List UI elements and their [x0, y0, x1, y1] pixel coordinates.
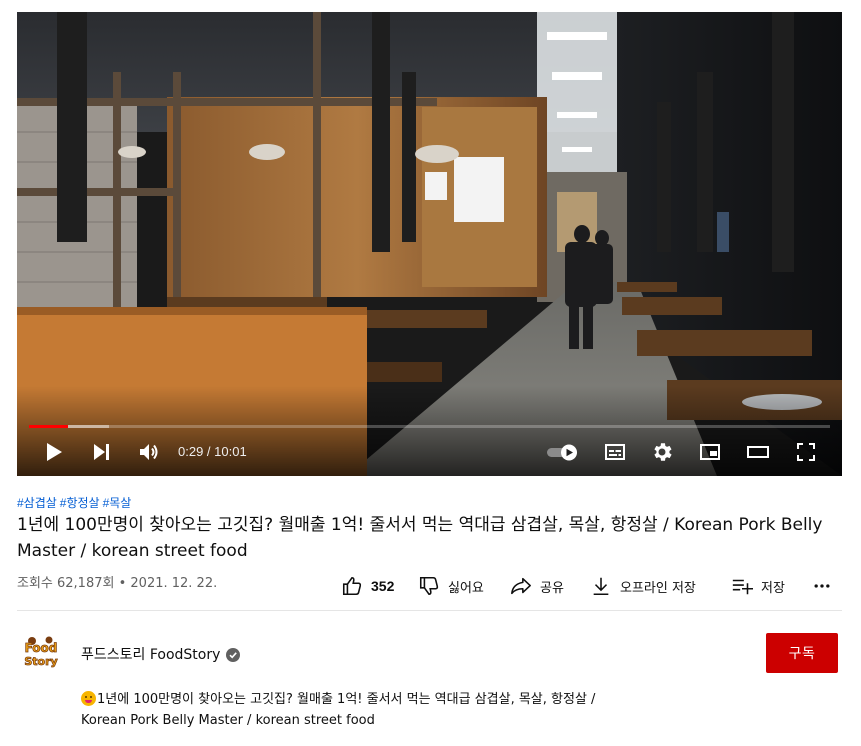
time-separator: /	[203, 444, 215, 459]
video-title: 1년에 100만명이 찾아오는 고깃집? 월매출 1억! 줄서서 먹는 역대급 …	[17, 515, 823, 561]
channel-name-link[interactable]: 푸드스토리 FoodStory	[81, 644, 241, 664]
save-button[interactable]: 저장	[731, 572, 785, 600]
more-actions-button[interactable]	[808, 574, 836, 598]
video-player[interactable]: 0:29 / 10:01	[17, 12, 842, 476]
yum-emoji-icon	[81, 691, 96, 706]
video-description[interactable]: 1년에 100만명이 찾아오는 고깃집? 월매출 1억! 줄서서 먹는 역대급 …	[81, 689, 595, 731]
hashtag-link[interactable]: #항정살	[60, 496, 100, 510]
description-line-1: 1년에 100만명이 찾아오는 고깃집? 월매출 1억! 줄서서 먹는 역대급 …	[97, 692, 596, 707]
offline-save-label: 오프라인 저장	[620, 580, 696, 596]
foodstory-logo: Food Story	[18, 630, 64, 676]
miniplayer-icon	[700, 444, 720, 460]
play-button[interactable]	[33, 432, 73, 472]
time-current: 0:29	[178, 444, 204, 459]
subtitles-button[interactable]	[595, 432, 635, 472]
autoplay-toggle[interactable]	[545, 432, 581, 472]
channel-avatar[interactable]: Food Story	[18, 630, 64, 676]
fullscreen-icon	[797, 443, 815, 461]
share-icon	[511, 577, 531, 595]
channel-name: 푸드스토리 FoodStory	[81, 647, 221, 663]
description-line-2: Korean Pork Belly Master / korean street…	[81, 713, 375, 728]
offline-save-button[interactable]: 오프라인 저장	[590, 572, 696, 600]
view-count: 조회수 62,187회	[17, 576, 115, 591]
playlist-add-icon	[732, 579, 753, 595]
description-line: 1년에 100만명이 찾아오는 고깃집? 월매출 1억! 줄서서 먹는 역대급 …	[81, 689, 595, 710]
hashtag-link[interactable]: #삼겹살	[17, 496, 57, 510]
like-count: 352	[371, 578, 395, 594]
video-meta: 조회수 62,187회 • 2021. 12. 22.	[17, 572, 217, 591]
upload-date: 2021. 12. 22.	[130, 576, 218, 591]
dislike-button[interactable]: 싫어요	[418, 572, 484, 600]
volume-button[interactable]	[129, 432, 169, 472]
thumbs-down-icon	[419, 576, 439, 596]
time-display: 0:29 / 10:01	[178, 432, 247, 472]
save-label: 저장	[761, 580, 785, 596]
theater-mode-icon	[747, 446, 769, 458]
avatar-text-food: Food	[25, 641, 58, 655]
time-total: 10:01	[214, 444, 247, 459]
subscribe-button[interactable]: 구독	[766, 633, 838, 673]
progress-played	[29, 425, 68, 428]
fullscreen-button[interactable]	[786, 432, 826, 472]
hashtag-link[interactable]: #목살	[103, 496, 132, 510]
verified-badge-icon	[226, 648, 241, 662]
player-controls: 0:29 / 10:01	[17, 432, 842, 472]
dislike-label: 싫어요	[448, 580, 484, 596]
gear-icon	[654, 443, 672, 461]
autoplay-toggle-icon	[547, 444, 577, 461]
subtitles-icon	[605, 444, 625, 460]
share-button[interactable]: 공유	[510, 572, 564, 600]
volume-icon	[140, 444, 158, 460]
progress-bar[interactable]	[29, 425, 830, 428]
next-button[interactable]	[81, 432, 121, 472]
avatar-text-story: Story	[24, 655, 57, 668]
thumbs-up-icon	[342, 576, 362, 596]
share-label: 공유	[540, 580, 564, 596]
play-icon	[47, 443, 62, 461]
like-button[interactable]: 352	[341, 572, 394, 600]
miniplayer-button[interactable]	[690, 432, 730, 472]
hashtags: #삼겹살 #항정살 #목살	[17, 494, 134, 511]
more-horizontal-icon	[814, 584, 830, 588]
next-icon	[94, 444, 109, 460]
theater-mode-button[interactable]	[738, 432, 778, 472]
divider	[17, 610, 842, 611]
download-icon	[593, 577, 609, 596]
settings-button[interactable]	[642, 432, 682, 472]
meta-separator: •	[114, 576, 131, 591]
